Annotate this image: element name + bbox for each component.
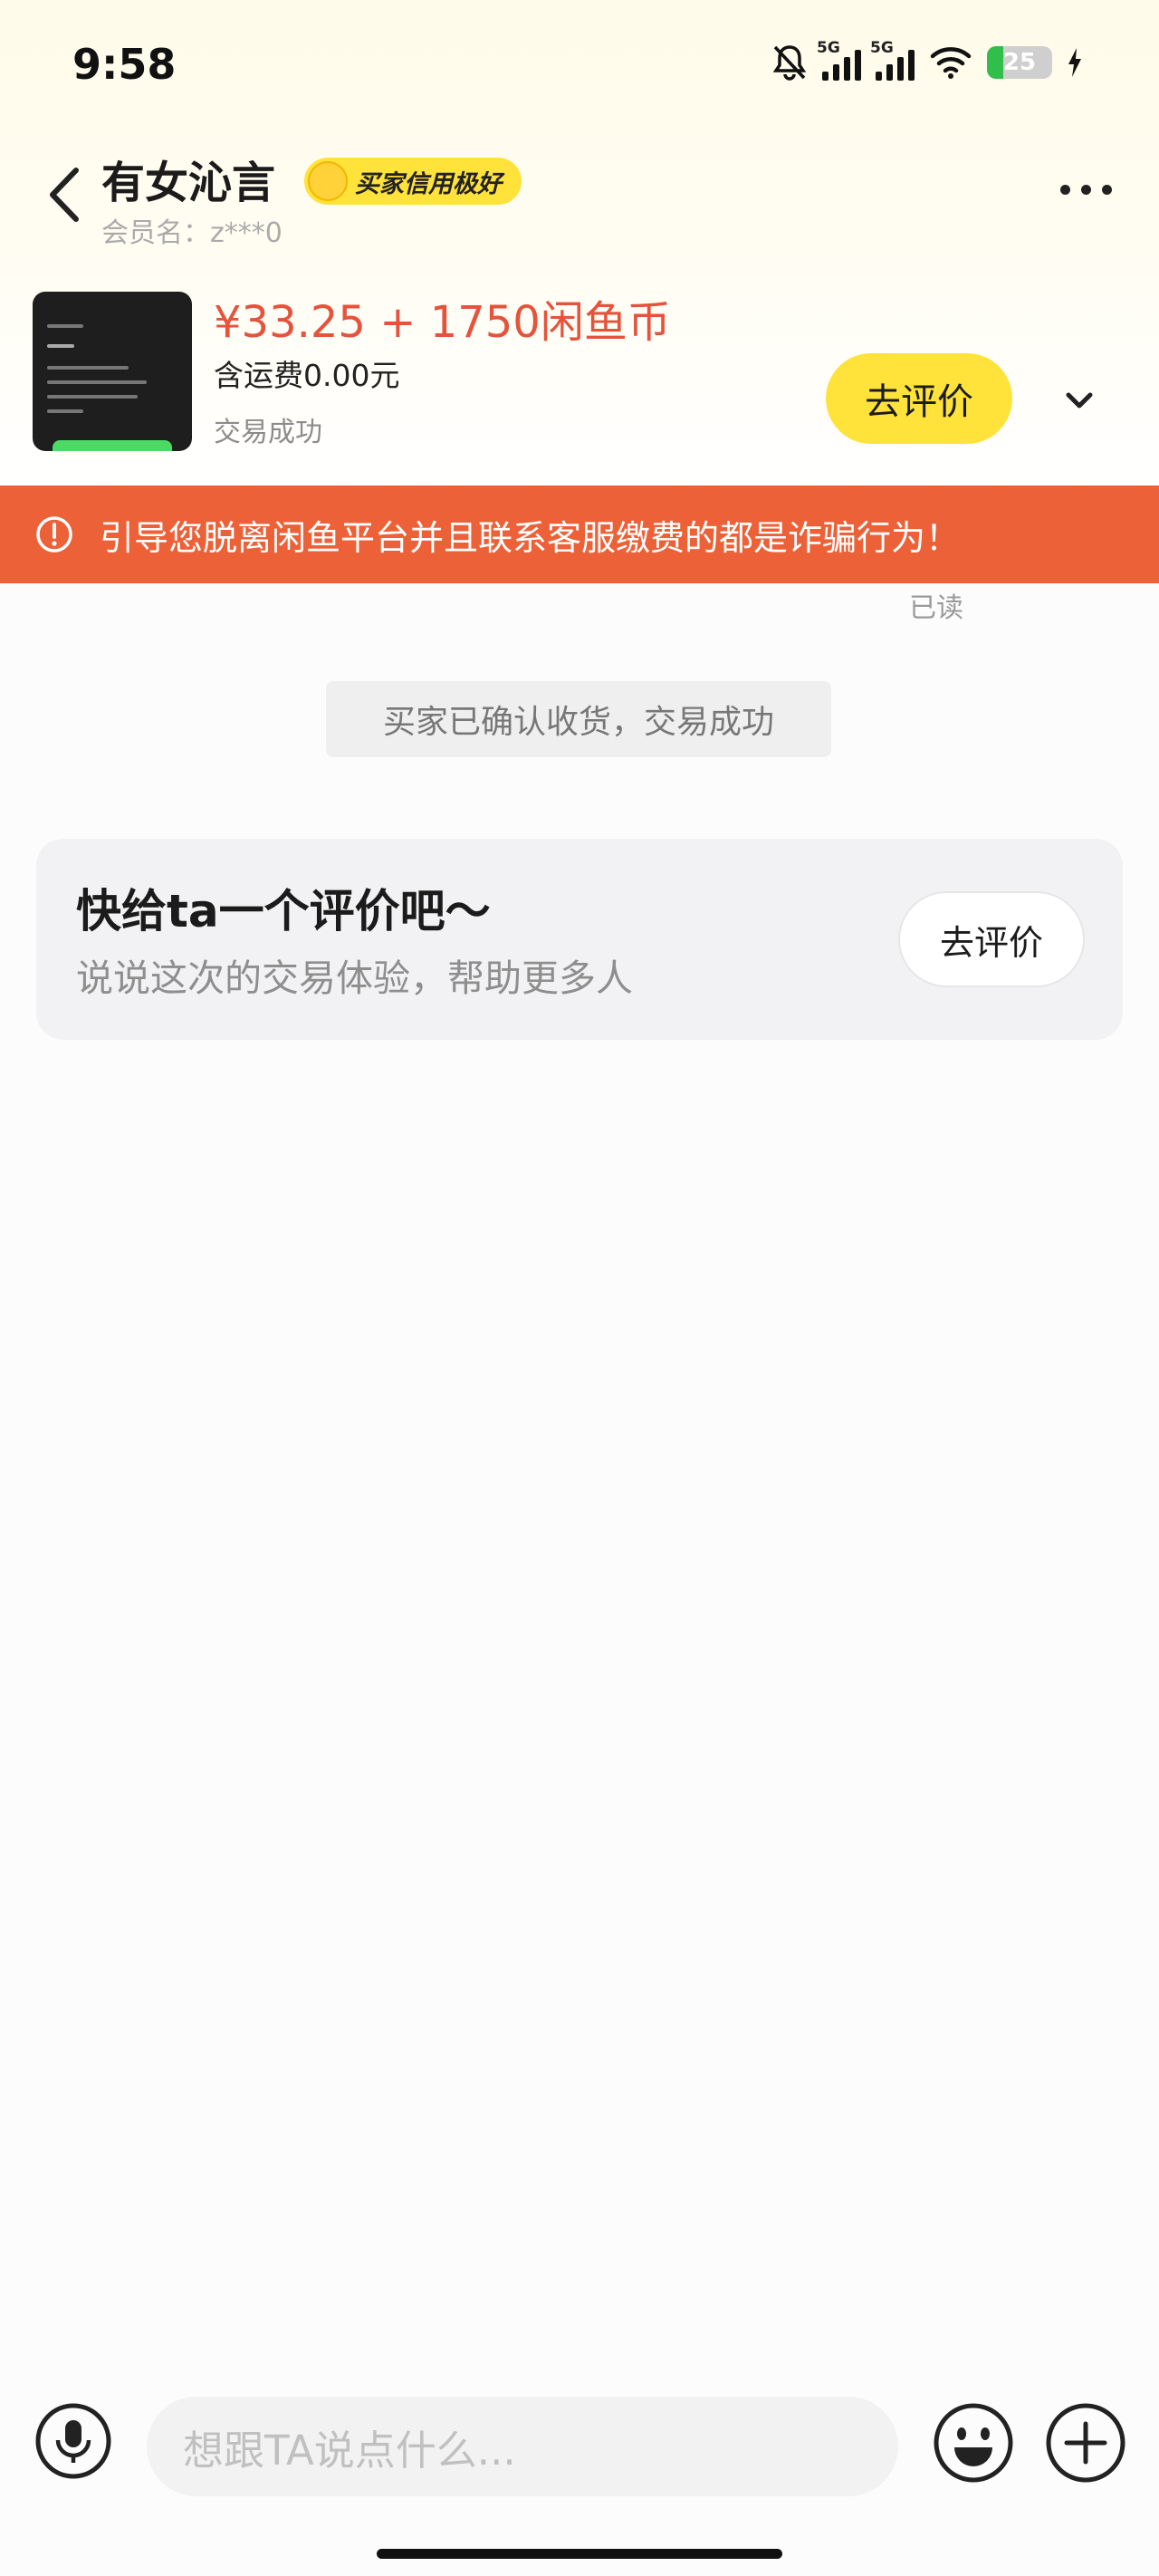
credit-badge-label: 买家信用极好 <box>355 169 502 198</box>
microphone-icon[interactable] <box>34 2402 112 2480</box>
battery-icon: 25 <box>987 46 1052 79</box>
review-prompt-button[interactable]: 去评价 <box>898 891 1085 987</box>
chevron-down-icon[interactable] <box>1059 380 1099 420</box>
status-icons: 5G 5G 25 <box>771 39 1083 82</box>
more-icon[interactable] <box>1060 185 1112 195</box>
message-input[interactable]: 想跟TA说点什么... <box>147 2397 898 2496</box>
back-icon[interactable] <box>43 163 87 226</box>
charging-icon <box>1068 48 1081 77</box>
review-prompt-title: 快给ta一个评价吧～ <box>76 885 491 937</box>
message-input-placeholder: 想跟TA说点什么... <box>183 2426 516 2475</box>
read-receipt: 已读 <box>909 592 963 624</box>
bell-muted-icon <box>772 45 807 81</box>
status-time: 9:58 <box>72 40 177 89</box>
fraud-warning-banner: 引导您脱离闲鱼平台并且联系客服缴费的都是诈骗行为！ <box>0 485 1159 583</box>
review-prompt-subtitle: 说说这次的交易体验，帮助更多人 <box>76 956 633 1000</box>
warning-text: 引导您脱离闲鱼平台并且联系客服缴费的都是诈骗行为！ <box>100 517 961 558</box>
shipping-fee: 含运费0.00元 <box>214 358 400 393</box>
product-price: ¥33.25 + 1750闲鱼币 <box>214 297 671 348</box>
plus-icon[interactable] <box>1045 2402 1126 2484</box>
trade-status: 交易成功 <box>214 417 322 448</box>
contact-name[interactable]: 有女沁言 <box>101 147 275 210</box>
credit-badge: 买家信用极好 <box>304 158 522 205</box>
alert-circle-icon <box>36 516 72 553</box>
network-type-label: 5G <box>870 39 894 57</box>
signal-icon: 5G <box>817 39 861 81</box>
network-type-label: 5G <box>817 39 840 57</box>
emoji-icon <box>308 161 348 201</box>
wifi-icon <box>930 47 972 79</box>
system-message: 买家已确认收货，交易成功 <box>326 681 831 757</box>
member-name: 会员名：z***0 <box>101 217 283 249</box>
signal-icon: 5G <box>870 39 915 81</box>
review-button[interactable]: 去评价 <box>826 353 1012 444</box>
emoji-icon[interactable] <box>933 2402 1014 2484</box>
home-indicator[interactable] <box>377 2549 782 2559</box>
product-thumbnail[interactable] <box>33 292 192 451</box>
battery-level: 25 <box>1002 49 1037 76</box>
